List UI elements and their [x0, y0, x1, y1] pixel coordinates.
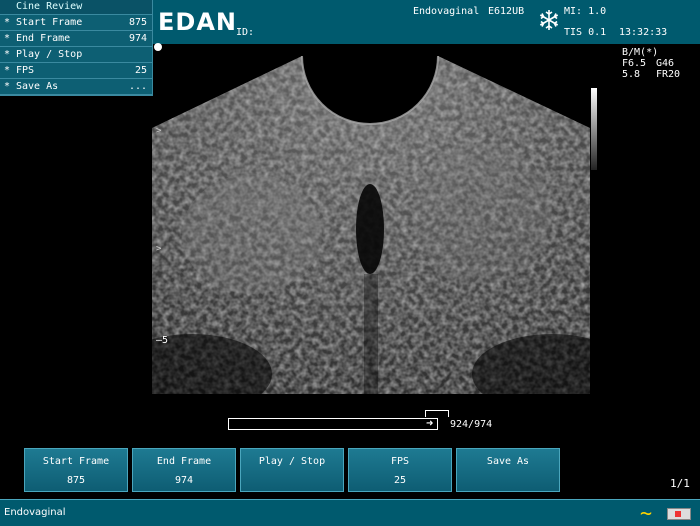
frequency: F6.5	[622, 58, 647, 69]
battery-icon	[667, 508, 691, 520]
mechanical-index: MI: 1.0	[564, 6, 607, 17]
menu-item-label: End Frame	[16, 33, 71, 44]
depth-value: 5.8	[622, 69, 641, 80]
frame-rate: FR20	[656, 69, 681, 80]
menu-item-value: 974	[128, 33, 147, 44]
snowflake-icon	[539, 10, 559, 30]
end-frame-button[interactable]: End Frame 974	[132, 448, 236, 492]
save-as-button[interactable]: Save As	[456, 448, 560, 492]
start-frame-button[interactable]: Start Frame 875	[24, 448, 128, 492]
menu-item-label: Play / Stop	[16, 49, 83, 60]
brand-logo: EDAN	[158, 8, 237, 36]
menu-item-play-stop[interactable]: * Play / Stop	[0, 47, 152, 63]
menu-item-end-frame[interactable]: * End Frame 974	[0, 31, 152, 47]
menu-item-fps[interactable]: * FPS 25	[0, 63, 152, 79]
wave-icon: ~	[640, 501, 653, 525]
clock: 13:32:33	[619, 27, 668, 38]
thermal-index: TIS 0.1	[564, 27, 607, 38]
menu-item-label: FPS	[16, 65, 35, 76]
grayscale-bar	[591, 88, 597, 170]
fps-button[interactable]: FPS 25	[348, 448, 452, 492]
play-stop-button[interactable]: Play / Stop	[240, 448, 344, 492]
menu-item-star: *	[4, 49, 11, 60]
menu-item-value: ...	[128, 81, 147, 92]
softkey-label: Save As	[486, 456, 530, 467]
softkey-value: 974	[174, 475, 194, 486]
menu-item-save-as[interactable]: * Save As ...	[0, 79, 152, 95]
softkey-value: 25	[393, 475, 407, 486]
cine-progress-bar[interactable]	[228, 418, 438, 430]
menu-title: Cine Review	[0, 0, 152, 15]
menu-item-star: *	[4, 65, 11, 76]
page-indicator[interactable]: 1/1	[670, 477, 690, 490]
cine-review-menu: Cine Review * Start Frame 875 * End Frame …	[0, 0, 153, 96]
status-bar: Endovaginal ~	[0, 499, 700, 526]
patient-id-label: ID:	[236, 27, 255, 38]
menu-item-star: *	[4, 17, 11, 28]
softkey-label: Play / Stop	[258, 456, 326, 467]
depth-scale-marker: —5	[156, 335, 169, 346]
depth-scale-label: 5	[162, 335, 169, 346]
menu-item-star: *	[4, 33, 11, 44]
menu-item-value: 875	[128, 17, 147, 28]
softkey-label: End Frame	[156, 456, 212, 467]
menu-item-start-frame[interactable]: * Start Frame 875	[0, 15, 152, 31]
menu-item-star: *	[4, 81, 11, 92]
softkey-label: Start Frame	[42, 456, 110, 467]
focus-marker: >	[156, 126, 162, 136]
menu-item-label: Start Frame	[16, 17, 83, 28]
softkey-value: 875	[66, 475, 86, 486]
imaging-mode: B/M(*)	[622, 47, 659, 58]
exam-mode: Endovaginal	[413, 6, 480, 17]
menu-item-label: Save As	[16, 81, 59, 92]
softkey-label: FPS	[390, 456, 410, 467]
ultrasound-image	[152, 55, 590, 394]
cine-play-arrow-icon: ➜	[426, 416, 434, 430]
focus-marker: >	[156, 244, 162, 254]
probe-model: E612UB	[488, 6, 525, 17]
gain: G46	[656, 58, 675, 69]
status-text: Endovaginal	[4, 507, 66, 518]
menu-item-value: 25	[134, 65, 147, 76]
cine-frame-counter: 924/974	[450, 419, 493, 430]
imaging-parameters: B/M(*) F6.5 G46 5.8 FR20	[622, 47, 680, 80]
